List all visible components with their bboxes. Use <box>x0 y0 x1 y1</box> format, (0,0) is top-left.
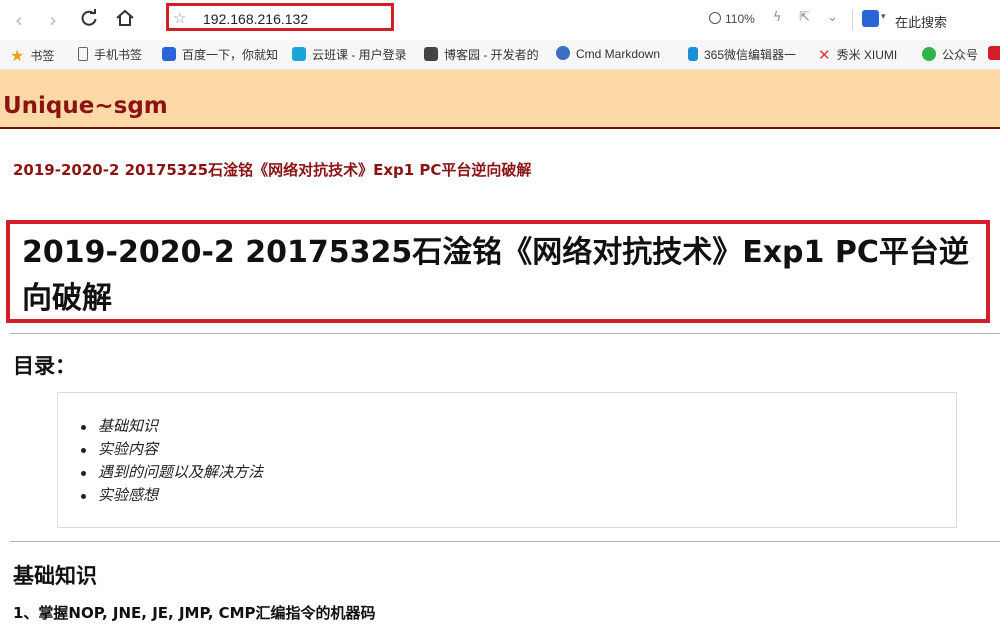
bookmark-item-cnblogs[interactable]: 博客园 - 开发者的 <box>424 46 539 63</box>
url-text[interactable]: 192.168.216.132 <box>203 11 308 27</box>
toc-list: 基础知识 实验内容 遇到的问题以及解决方法 实验感想 <box>80 415 263 507</box>
divider <box>10 333 1000 334</box>
search-engine-icon[interactable] <box>862 10 879 27</box>
toc-box: 基础知识 实验内容 遇到的问题以及解决方法 实验感想 <box>57 392 957 528</box>
toc-item[interactable]: 基础知识 <box>80 415 263 438</box>
browser-toolbar: ‹ › ☆ 192.168.216.132 110% ϟ ⇱ ⌄ ▾ 在此搜索 <box>0 0 1000 40</box>
back-icon[interactable]: ‹ <box>6 8 32 32</box>
bookmark-item-wechat-mp[interactable]: 公众号 <box>922 46 978 63</box>
zoom-indicator[interactable]: 110% <box>709 12 755 26</box>
toc-item[interactable]: 实验感想 <box>80 484 263 507</box>
zoom-level: 110% <box>725 12 755 26</box>
refresh-icon[interactable] <box>76 8 102 32</box>
share-icon[interactable]: ⇱ <box>799 10 810 25</box>
zoom-icon <box>709 12 721 24</box>
star-icon: ★ <box>10 48 25 65</box>
home-icon[interactable] <box>112 8 138 32</box>
divider <box>10 541 1000 542</box>
wechat-mp-icon <box>922 47 936 61</box>
toc-item[interactable]: 实验内容 <box>80 438 263 461</box>
bookmark-item-365-editor[interactable]: 365微信编辑器一 <box>688 46 796 63</box>
bookmark-item-overflow[interactable] <box>988 46 1000 61</box>
xiumi-icon: ✕ <box>818 47 831 64</box>
search-input[interactable]: 在此搜索 <box>895 12 947 31</box>
bookmark-item-bookmarks[interactable]: ★ 书签 <box>10 46 54 65</box>
editor365-icon <box>688 47 698 61</box>
bookmarks-bar: ★ 书签 手机书签 百度一下，你就知 云班课 - 用户登录 博客园 - 开发者的 … <box>0 40 1000 70</box>
post-title-link[interactable]: 2019-2020-2 20175325石淦铭《网络对抗技术》Exp1 PC平台… <box>13 159 531 180</box>
search-engine-dropdown-icon[interactable]: ▾ <box>881 12 886 22</box>
toolbar-divider <box>852 10 853 30</box>
cnblogs-icon <box>424 47 438 61</box>
bookmark-red-icon <box>988 46 1000 60</box>
bookmark-item-cloud-class[interactable]: 云班课 - 用户登录 <box>292 46 407 63</box>
forward-icon[interactable]: › <box>40 8 66 32</box>
address-bar[interactable]: ☆ 192.168.216.132 <box>166 3 394 31</box>
site-title[interactable]: Unique~sgm <box>3 93 168 119</box>
section-subheading: 1、掌握NOP, JNE, JE, JMP, CMP汇编指令的机器码 <box>13 604 376 622</box>
site-header: Unique~sgm <box>0 70 1000 129</box>
bookmark-item-xiumi[interactable]: ✕ 秀米 XIUMI <box>818 46 897 64</box>
bookmark-star-icon[interactable]: ☆ <box>173 9 186 27</box>
toc-item[interactable]: 遇到的问题以及解决方法 <box>80 461 263 484</box>
baidu-icon <box>162 47 176 61</box>
phone-icon <box>78 47 88 61</box>
section-heading: 基础知识 <box>13 564 97 588</box>
toc-heading: 目录： <box>13 354 76 378</box>
post-title: 2019-2020-2 20175325石淦铭《网络对抗技术》Exp1 PC平台… <box>22 235 969 316</box>
cloud-class-icon <box>292 47 306 61</box>
bookmark-item-cmd-markdown[interactable]: Cmd Markdown <box>556 46 660 61</box>
lightning-icon[interactable]: ϟ <box>773 10 782 25</box>
bookmark-item-mobile[interactable]: 手机书签 <box>78 46 142 63</box>
chevron-down-icon[interactable]: ⌄ <box>827 10 838 25</box>
bookmark-item-baidu[interactable]: 百度一下，你就知 <box>162 46 278 63</box>
post-title-highlight: 2019-2020-2 20175325石淦铭《网络对抗技术》Exp1 PC平台… <box>6 220 990 323</box>
cmd-markdown-icon <box>556 46 570 60</box>
